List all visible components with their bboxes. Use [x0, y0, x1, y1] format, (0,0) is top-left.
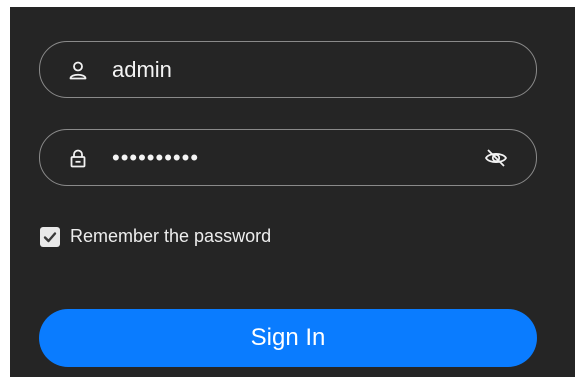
password-field[interactable]	[39, 129, 537, 186]
eye-off-icon[interactable]	[484, 146, 508, 170]
password-input[interactable]	[112, 130, 472, 185]
sign-in-button[interactable]: Sign In	[39, 309, 537, 367]
lock-icon	[68, 148, 88, 168]
login-panel: Remember the password Sign In	[10, 7, 575, 377]
username-input[interactable]	[112, 42, 472, 97]
remember-checkbox[interactable]	[40, 226, 60, 247]
username-field[interactable]	[39, 41, 537, 98]
user-icon	[68, 60, 88, 80]
checkmark-icon	[43, 231, 57, 242]
remember-password-row[interactable]: Remember the password	[40, 226, 271, 247]
remember-label: Remember the password	[70, 226, 272, 246]
